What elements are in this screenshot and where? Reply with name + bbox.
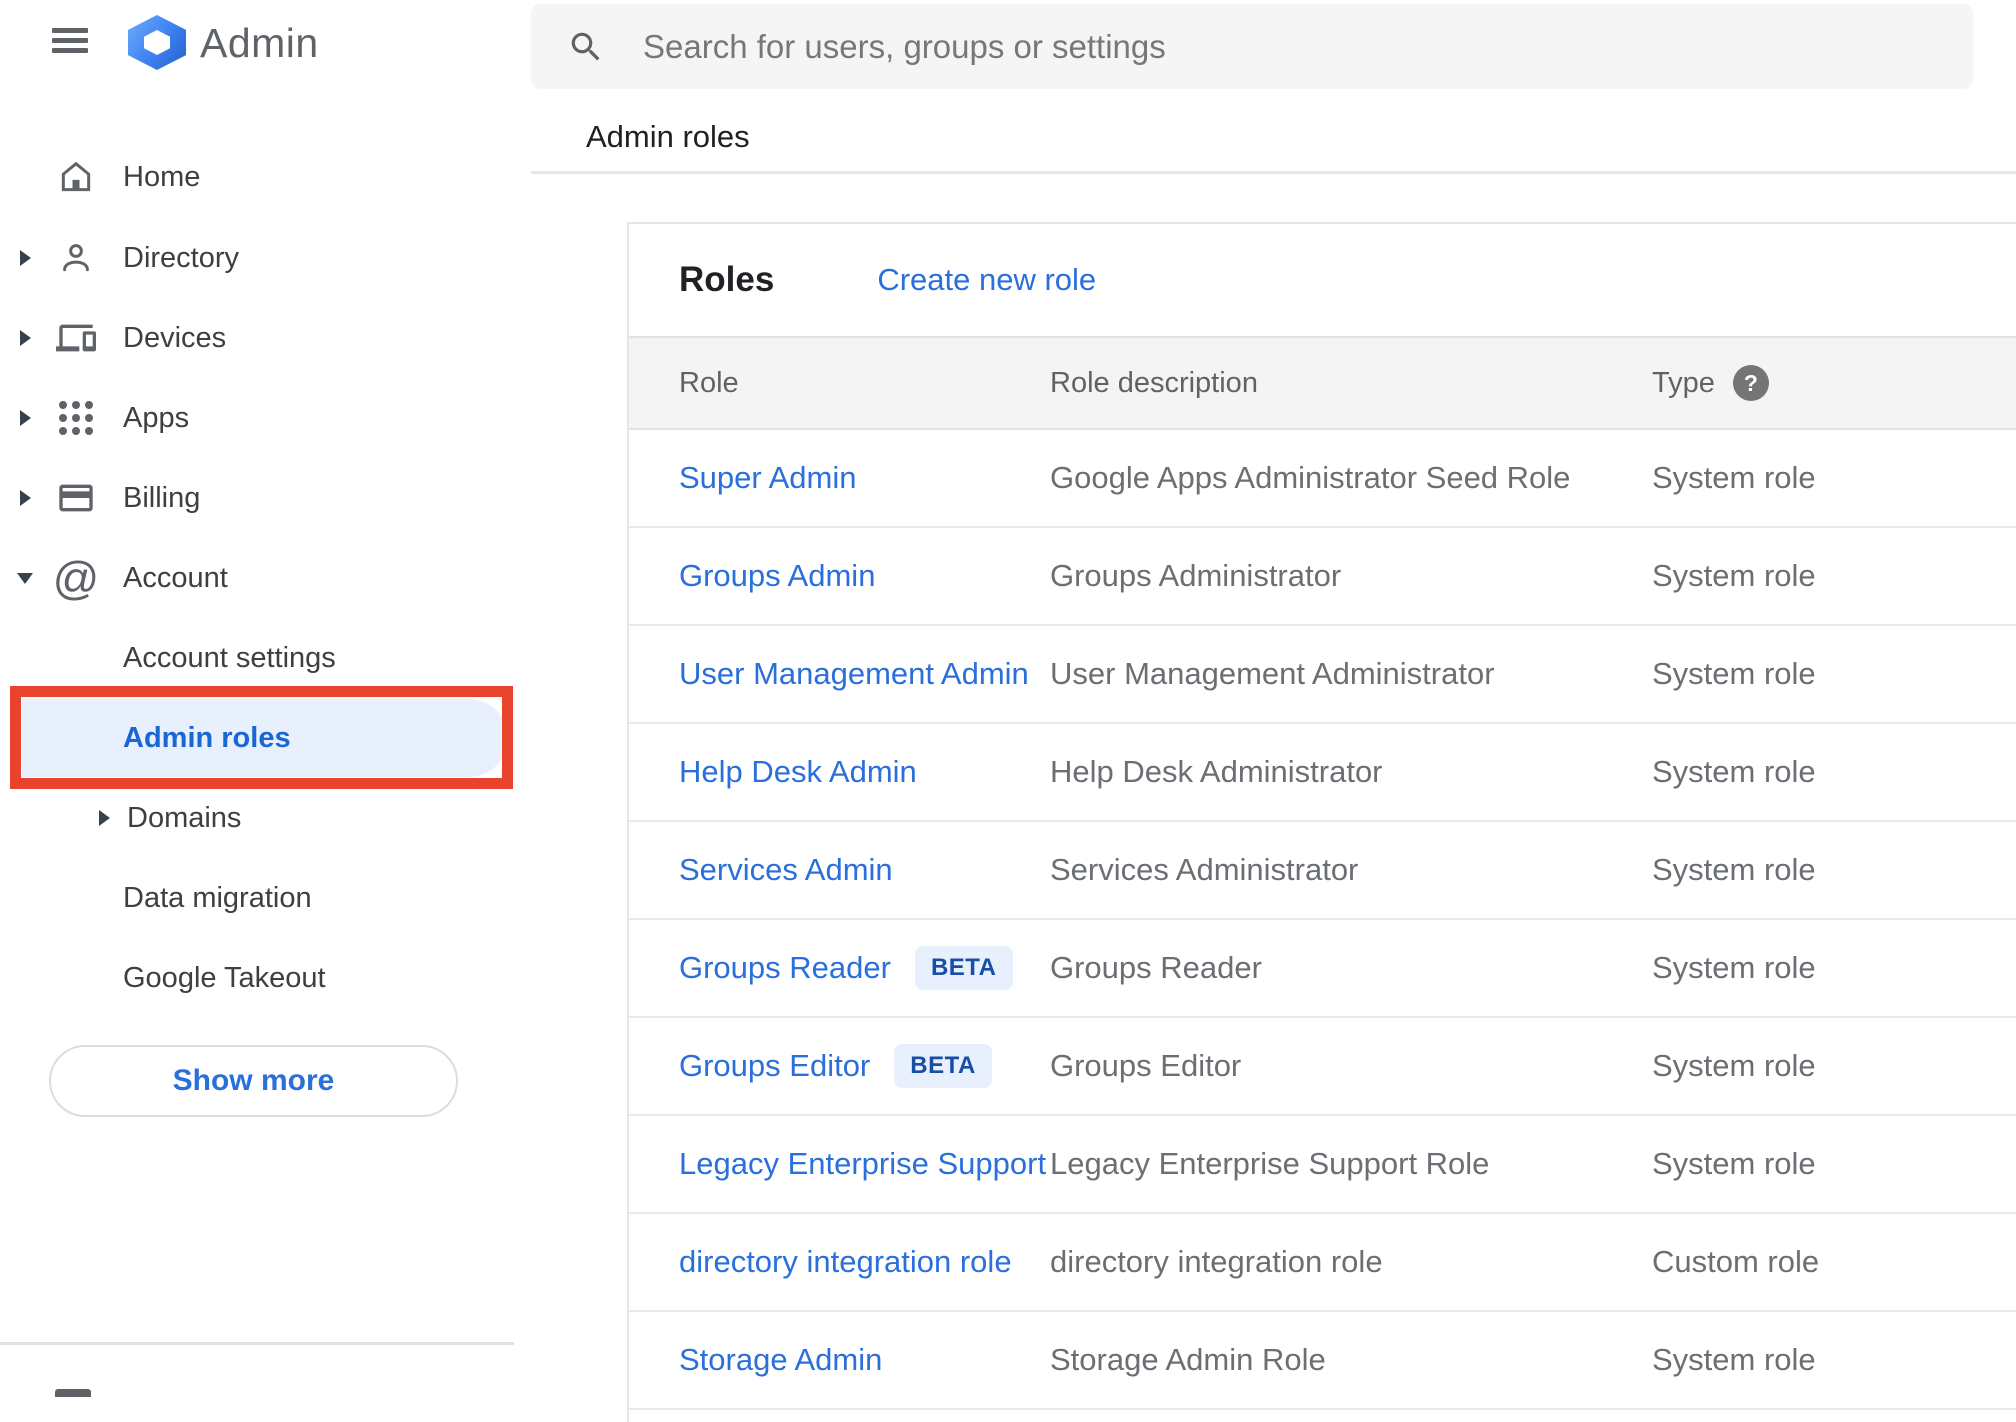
column-header-role: Role (679, 366, 739, 399)
sidebar-item-label: Admin roles (123, 721, 291, 754)
person-icon (54, 236, 98, 280)
at-sign-icon: @ (52, 552, 100, 604)
sidebar-item-label: Apps (123, 401, 190, 434)
role-type: System role (1652, 1146, 1816, 1181)
sidebar-item-domains[interactable]: Domains (0, 778, 514, 858)
sidebar-item-label: Domains (127, 801, 242, 834)
sidebar-item-home[interactable]: Home (0, 137, 514, 217)
sidebar-item-account[interactable]: @ Account (0, 538, 514, 618)
roles-table-body: Super Admin Google Apps Administrator Se… (629, 430, 2016, 1410)
app-title: Admin (200, 20, 319, 66)
breadcrumb: Admin roles (586, 119, 750, 154)
table-row: Super Admin Google Apps Administrator Se… (629, 430, 2016, 528)
role-description: Services Administrator (1050, 852, 1359, 887)
table-row: Services Admin Services Administrator Sy… (629, 822, 2016, 920)
sidebar-item-label: Google Takeout (123, 961, 326, 994)
beta-badge: BETA (894, 1044, 992, 1088)
sidebar-item-account-settings[interactable]: Account settings (0, 618, 514, 698)
role-type: System role (1652, 852, 1816, 887)
sidebar-divider (0, 1342, 514, 1345)
role-description: directory integration role (1050, 1244, 1383, 1279)
column-header-type-label: Type (1652, 366, 1715, 399)
role-type: System role (1652, 1048, 1816, 1083)
menu-icon[interactable] (52, 28, 88, 54)
table-row: directory integration role directory int… (629, 1214, 2016, 1312)
role-type: System role (1652, 460, 1816, 495)
role-description: Help Desk Administrator (1050, 754, 1383, 789)
create-new-role-link[interactable]: Create new role (877, 262, 1096, 298)
sidebar-item-data-migration[interactable]: Data migration (0, 858, 514, 938)
admin-logo-icon (128, 15, 186, 70)
table-row: User Management Admin User Management Ad… (629, 626, 2016, 724)
sidebar-item-admin-roles[interactable]: Admin roles (0, 698, 514, 778)
search-bar (531, 4, 1973, 89)
collapse-arrow-icon[interactable] (17, 572, 33, 584)
role-type: System role (1652, 1342, 1816, 1377)
credit-card-icon (54, 476, 98, 520)
sidebar-item-devices[interactable]: Devices (0, 298, 514, 378)
sidebar-item-billing[interactable]: Billing (0, 458, 514, 538)
role-description: Legacy Enterprise Support Role (1050, 1146, 1490, 1181)
expand-arrow-icon[interactable] (99, 810, 110, 826)
column-header-description: Role description (1050, 366, 1258, 399)
role-link[interactable]: Groups Reader (679, 950, 891, 986)
home-icon (54, 155, 98, 199)
role-type: System role (1652, 754, 1816, 789)
table-header-row: Role Role description Type ? (629, 336, 2016, 430)
help-icon[interactable]: ? (1732, 365, 1769, 401)
role-type: System role (1652, 558, 1816, 593)
expand-arrow-icon[interactable] (20, 410, 31, 426)
table-row: Storage Admin Storage Admin Role System … (629, 1312, 2016, 1410)
table-row: Groups Admin Groups Administrator System… (629, 528, 2016, 626)
table-row: Help Desk Admin Help Desk Administrator … (629, 724, 2016, 822)
role-description: Groups Administrator (1050, 558, 1342, 593)
role-description: Google Apps Administrator Seed Role (1050, 460, 1571, 495)
expand-arrow-icon[interactable] (20, 330, 31, 346)
role-link[interactable]: User Management Admin (679, 656, 1029, 692)
sidebar-item-google-takeout[interactable]: Google Takeout (0, 938, 514, 1018)
table-row: Legacy Enterprise Support Legacy Enterpr… (629, 1116, 2016, 1214)
table-row: Groups Editor BETA Groups Editor System … (629, 1018, 2016, 1116)
sidebar-item-label: Data migration (123, 881, 312, 914)
sidebar-item-label: Account settings (123, 641, 336, 674)
header-divider (531, 171, 2016, 174)
role-link[interactable]: Groups Admin (679, 558, 875, 594)
role-link[interactable]: Services Admin (679, 852, 893, 888)
panel-title: Roles (679, 260, 775, 299)
sidebar-item-label: Directory (123, 241, 240, 274)
column-header-type: Type ? (1652, 365, 2016, 401)
sidebar-item-apps[interactable]: Apps (0, 378, 514, 458)
sidebar-item-label: Home (123, 160, 201, 193)
role-description: Groups Reader (1050, 950, 1262, 985)
sidebar: Admin Home Directory Devices Apps Billin… (0, 0, 514, 1397)
role-description: Storage Admin Role (1050, 1342, 1326, 1377)
roles-panel: Roles Create new role Role Role descript… (627, 222, 2016, 1422)
role-link[interactable]: Storage Admin (679, 1342, 882, 1378)
role-description: User Management Administrator (1050, 656, 1495, 691)
sidebar-item-label: Billing (123, 481, 201, 514)
role-link[interactable]: Super Admin (679, 460, 857, 496)
sidebar-item-label: Devices (123, 321, 227, 354)
role-link[interactable]: Groups Editor (679, 1048, 870, 1084)
devices-icon (54, 316, 98, 360)
role-description: Groups Editor (1050, 1048, 1242, 1083)
show-more-button[interactable]: Show more (49, 1045, 458, 1117)
sidebar-item-directory[interactable]: Directory (0, 218, 514, 298)
expand-arrow-icon[interactable] (20, 250, 31, 266)
role-type: System role (1652, 950, 1816, 985)
role-type: Custom role (1652, 1244, 1820, 1279)
apps-grid-icon (54, 396, 98, 440)
role-link[interactable]: directory integration role (679, 1244, 1012, 1280)
roles-panel-header: Roles Create new role (629, 224, 2016, 336)
search-input[interactable] (643, 4, 1943, 89)
sidebar-item-label: Account (123, 561, 228, 594)
role-link[interactable]: Legacy Enterprise Support (679, 1146, 1046, 1182)
search-icon (567, 28, 605, 66)
beta-badge: BETA (914, 946, 1013, 990)
role-link[interactable]: Help Desk Admin (679, 754, 917, 790)
expand-arrow-icon[interactable] (20, 490, 31, 506)
role-type: System role (1652, 656, 1816, 691)
table-row: Groups Reader BETA Groups Reader System … (629, 920, 2016, 1018)
